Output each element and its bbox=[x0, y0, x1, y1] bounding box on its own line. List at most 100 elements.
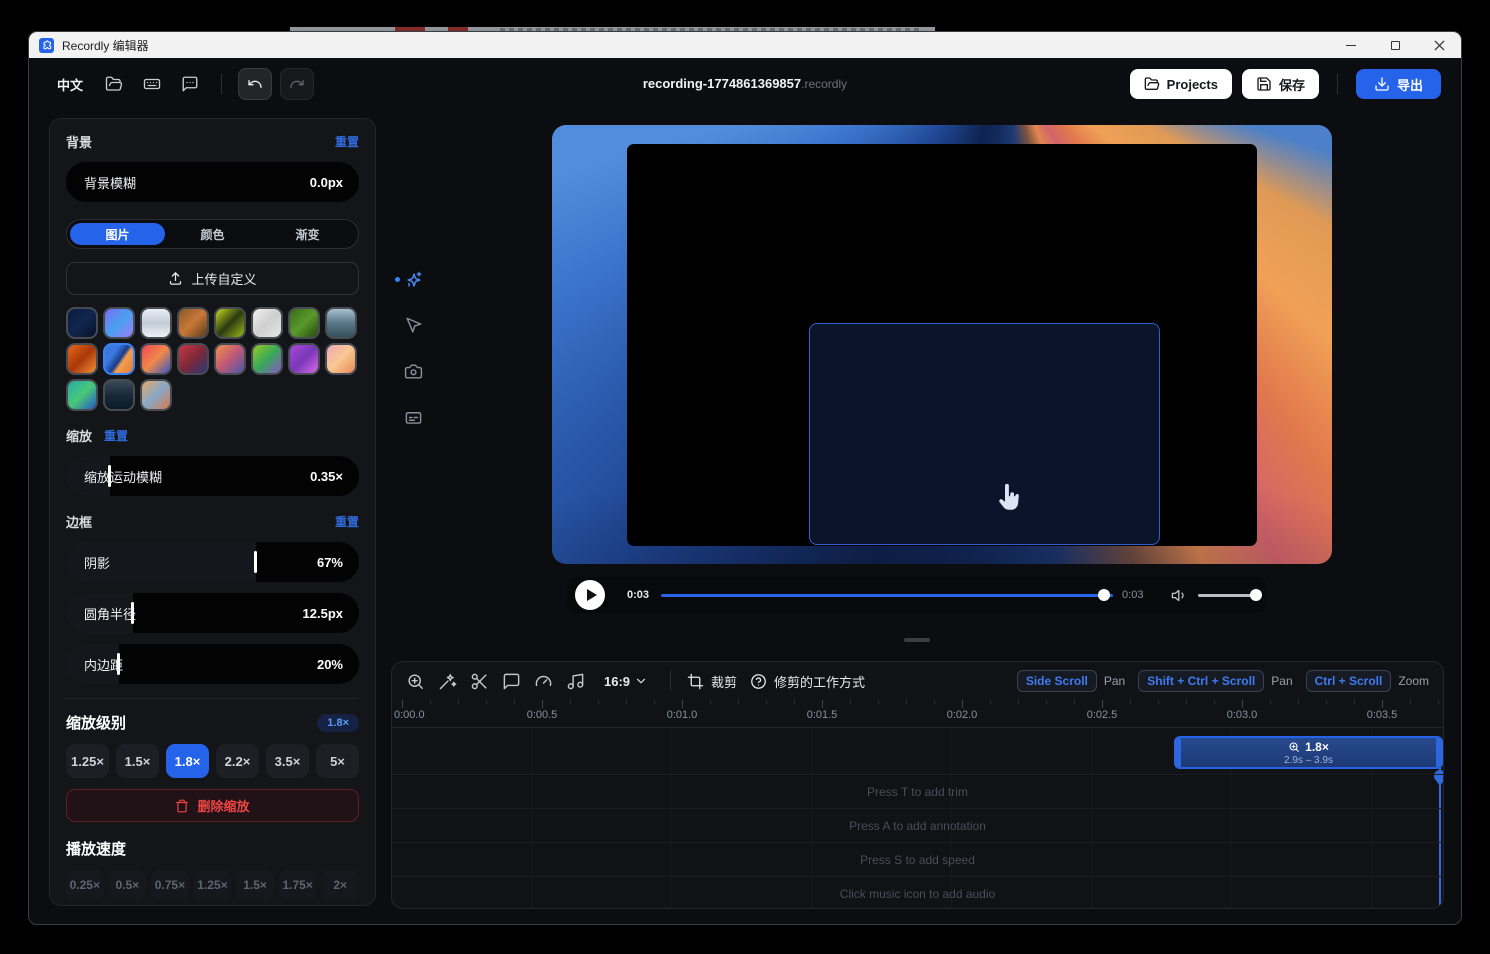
background-reset-link[interactable]: 重置 bbox=[335, 133, 359, 150]
ruler-minor-tick bbox=[1158, 700, 1159, 704]
background-thumbnail[interactable] bbox=[177, 343, 209, 375]
ruler-minor-tick bbox=[570, 700, 571, 704]
speed-button[interactable]: 1.25× bbox=[194, 870, 232, 900]
background-thumbnail[interactable] bbox=[66, 307, 98, 339]
feedback-button[interactable] bbox=[175, 69, 205, 99]
play-button[interactable] bbox=[575, 580, 605, 610]
border-reset-link[interactable]: 重置 bbox=[335, 513, 359, 530]
background-thumbnail[interactable] bbox=[66, 343, 98, 375]
volume-knob[interactable] bbox=[1250, 589, 1262, 601]
maximize-button[interactable] bbox=[1373, 32, 1417, 58]
background-tab[interactable]: 颜色 bbox=[165, 223, 260, 245]
background-thumbnail[interactable] bbox=[103, 343, 135, 375]
active-tool-dot bbox=[395, 277, 400, 282]
undo-button[interactable] bbox=[238, 68, 272, 100]
zoom-region-block[interactable]: 1.8× 2.9s – 3.9s bbox=[1174, 736, 1443, 769]
speed-gauge-icon[interactable] bbox=[534, 672, 553, 691]
total-time: 0:03 bbox=[1122, 589, 1143, 601]
background-thumbnail[interactable] bbox=[140, 379, 172, 411]
main-toolbar: 中文 recording-1774861369857.recordly bbox=[29, 58, 1461, 110]
speed-button[interactable]: 1.75× bbox=[279, 870, 317, 900]
ruler-minor-tick bbox=[654, 700, 655, 704]
cursor-icon bbox=[404, 316, 423, 335]
edit-tool-rail bbox=[401, 270, 427, 428]
slider-handle[interactable] bbox=[254, 551, 257, 573]
zoom-reset-link[interactable]: 重置 bbox=[104, 427, 128, 444]
border-slider[interactable]: 内边距20% bbox=[66, 644, 359, 684]
crop-button[interactable]: 裁剪 bbox=[687, 672, 737, 691]
aspect-ratio-button[interactable]: 16:9 bbox=[598, 671, 654, 692]
trim-help-button[interactable]: 修剪的工作方式 bbox=[750, 672, 865, 691]
cursor-tool[interactable] bbox=[404, 316, 424, 336]
border-slider[interactable]: 圆角半径12.5px bbox=[66, 593, 359, 633]
speed-button[interactable]: 0.25× bbox=[66, 870, 104, 900]
background-thumbnail[interactable] bbox=[288, 307, 320, 339]
zoom-level-button[interactable]: 5× bbox=[316, 744, 359, 778]
background-thumbnail[interactable] bbox=[103, 307, 135, 339]
background-tab[interactable]: 渐变 bbox=[260, 223, 355, 245]
background-thumbnail[interactable] bbox=[251, 343, 283, 375]
speed-button[interactable]: 0.75× bbox=[151, 870, 189, 900]
border-slider[interactable]: 阴影67% bbox=[66, 542, 359, 582]
speed-button[interactable]: 2× bbox=[321, 870, 359, 900]
save-button[interactable]: 保存 bbox=[1242, 69, 1319, 99]
projects-button[interactable]: Projects bbox=[1130, 69, 1232, 99]
ruler-major-tick bbox=[822, 700, 823, 708]
minimize-button[interactable] bbox=[1329, 32, 1373, 58]
seek-slider[interactable] bbox=[661, 594, 1113, 597]
background-thumbnail[interactable] bbox=[214, 307, 246, 339]
zoom-level-button[interactable]: 2.2× bbox=[216, 744, 259, 778]
background-thumbnail[interactable] bbox=[103, 379, 135, 411]
seek-knob[interactable] bbox=[1098, 589, 1110, 601]
scissors-icon[interactable] bbox=[470, 672, 489, 691]
zoom-motion-blur-slider[interactable]: 缩放运动模糊0.35× bbox=[66, 456, 359, 496]
timeline-track-row[interactable]: Click music icon to add audio bbox=[392, 876, 1443, 909]
ruler-minor-tick bbox=[1438, 700, 1439, 704]
preview-resize-handle[interactable] bbox=[904, 638, 930, 642]
background-thumbnail[interactable] bbox=[251, 307, 283, 339]
timeline-track-row[interactable]: Press A to add annotation bbox=[392, 808, 1443, 843]
webcam-tool[interactable] bbox=[404, 362, 424, 382]
background-tab[interactable]: 图片 bbox=[70, 223, 165, 245]
background-thumbnail[interactable] bbox=[325, 343, 357, 375]
key-combo-pill: Shift + Ctrl + Scroll bbox=[1138, 670, 1264, 692]
volume-slider[interactable] bbox=[1198, 594, 1256, 597]
music-icon[interactable] bbox=[566, 672, 585, 691]
background-thumbnail[interactable] bbox=[214, 343, 246, 375]
close-button[interactable] bbox=[1417, 32, 1461, 58]
open-project-button[interactable] bbox=[99, 69, 129, 99]
zoom-effects-tool[interactable] bbox=[404, 270, 424, 290]
key-combo-pill: Ctrl + Scroll bbox=[1306, 670, 1392, 692]
magic-wand-icon[interactable] bbox=[438, 672, 457, 691]
shortcuts-button[interactable] bbox=[137, 69, 167, 99]
zoom-level-button[interactable]: 1.5× bbox=[116, 744, 159, 778]
delete-zoom-button[interactable]: 删除缩放 bbox=[66, 789, 359, 822]
background-thumbnail[interactable] bbox=[66, 379, 98, 411]
language-button[interactable]: 中文 bbox=[49, 69, 91, 100]
zoom-level-button[interactable]: 1.8× bbox=[166, 744, 209, 778]
zoom-level-button[interactable]: 1.25× bbox=[66, 744, 109, 778]
background-thumbnail[interactable] bbox=[325, 307, 357, 339]
ruler-label: 0:00.0 bbox=[394, 709, 425, 721]
background-thumbnail[interactable] bbox=[177, 307, 209, 339]
timeline-ruler[interactable]: 0:00.00:00.50:01.00:01.50:02.00:02.50:03… bbox=[392, 700, 1443, 728]
export-button[interactable]: 导出 bbox=[1356, 69, 1441, 99]
timeline-track-row[interactable]: Press S to add speed bbox=[392, 842, 1443, 877]
speed-button[interactable]: 0.5× bbox=[109, 870, 147, 900]
background-thumbnail[interactable] bbox=[140, 343, 172, 375]
speed-button[interactable]: 1.5× bbox=[236, 870, 274, 900]
annotation-icon[interactable] bbox=[502, 672, 521, 691]
timeline-track-row[interactable]: Press T to add trim bbox=[392, 774, 1443, 809]
redo-button[interactable] bbox=[280, 68, 314, 100]
background-thumbnail[interactable] bbox=[288, 343, 320, 375]
background-section-title: 背景 bbox=[66, 132, 92, 151]
ruler-minor-tick bbox=[430, 700, 431, 704]
background-thumbnail[interactable] bbox=[140, 307, 172, 339]
background-blur-slider[interactable]: 背景模糊0.0px bbox=[66, 162, 359, 202]
zoom-level-button[interactable]: 3.5× bbox=[266, 744, 309, 778]
zoom-in-icon[interactable] bbox=[406, 672, 425, 691]
ruler-minor-tick bbox=[514, 700, 515, 704]
captions-tool[interactable] bbox=[404, 408, 424, 428]
zoom-selection-region[interactable] bbox=[809, 323, 1160, 545]
upload-custom-button[interactable]: 上传自定义 bbox=[66, 262, 359, 295]
